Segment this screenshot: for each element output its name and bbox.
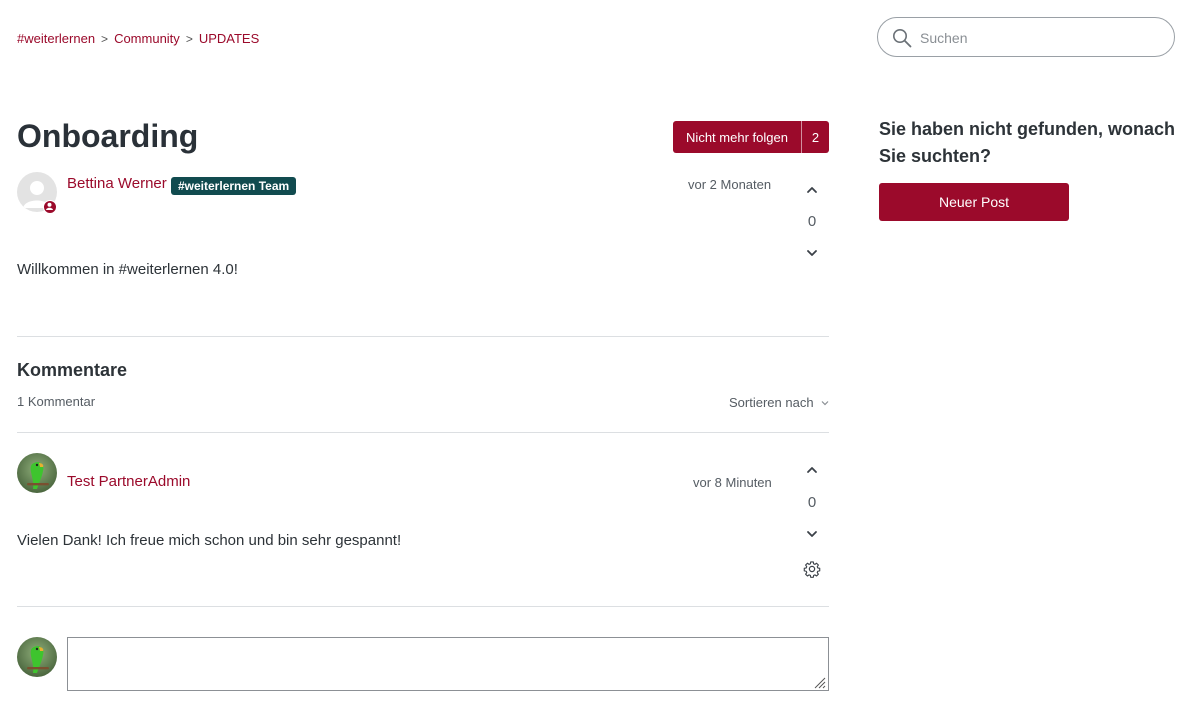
breadcrumb-link-weiterlernen[interactable]: #weiterlernen: [17, 31, 95, 46]
sort-label: Sortieren nach: [729, 395, 814, 410]
avatar[interactable]: [17, 453, 57, 493]
downvote-chevron-down-icon[interactable]: [805, 529, 819, 539]
comment-body: Vielen Dank! Ich freue mich schon und bi…: [17, 532, 402, 549]
breadcrumb-separator: >: [101, 31, 109, 46]
parrot-avatar-icon: [17, 637, 57, 677]
comment-vote-count: 0: [807, 494, 817, 511]
downvote-chevron-down-icon[interactable]: [805, 248, 819, 258]
upvote-chevron-up-icon[interactable]: [805, 185, 819, 195]
parrot-avatar-icon: [17, 453, 57, 493]
search-input[interactable]: [918, 26, 1162, 50]
divider: [17, 336, 829, 337]
reply-textarea[interactable]: [67, 637, 829, 691]
unfollow-button[interactable]: Nicht mehr folgen 2: [673, 121, 829, 153]
post-author-link[interactable]: Bettina Werner: [67, 175, 167, 192]
user-badge-icon: [43, 200, 57, 214]
sidebar-heading: Sie haben nicht gefunden, wonach Sie suc…: [879, 119, 1176, 166]
resize-handle-icon[interactable]: [813, 676, 826, 689]
breadcrumb-link-community[interactable]: Community: [114, 31, 180, 46]
comments-heading: Kommentare: [17, 360, 128, 380]
follower-count: 2: [811, 129, 820, 145]
post-time: vor 2 Monaten: [688, 177, 772, 192]
post-body: Willkommen in #weiterlernen 4.0!: [17, 261, 238, 278]
team-badge: #weiterlernen Team: [171, 177, 297, 195]
upvote-chevron-up-icon[interactable]: [805, 465, 819, 475]
unfollow-button-label: Nicht mehr folgen: [686, 129, 788, 145]
avatar: [17, 637, 57, 677]
comment-author-link[interactable]: Test PartnerAdmin: [67, 473, 190, 490]
gear-icon[interactable]: [803, 560, 821, 578]
breadcrumb: #weiterlernen > Community > UPDATES: [17, 31, 259, 46]
search-icon[interactable]: [892, 28, 912, 48]
divider: [17, 606, 829, 607]
post-vote-count: 0: [807, 213, 817, 230]
comments-count: 1 Kommentar: [17, 394, 96, 409]
page-title: Onboarding: [17, 118, 199, 154]
breadcrumb-link-updates[interactable]: UPDATES: [199, 31, 259, 46]
search-box: [877, 17, 1175, 57]
chevron-down-icon: [821, 400, 828, 405]
breadcrumb-separator: >: [185, 31, 193, 46]
comment-time: vor 8 Minuten: [693, 475, 772, 490]
new-post-button[interactable]: Neuer Post: [879, 183, 1069, 221]
divider: [17, 432, 829, 433]
sort-dropdown[interactable]: Sortieren nach: [729, 395, 830, 410]
